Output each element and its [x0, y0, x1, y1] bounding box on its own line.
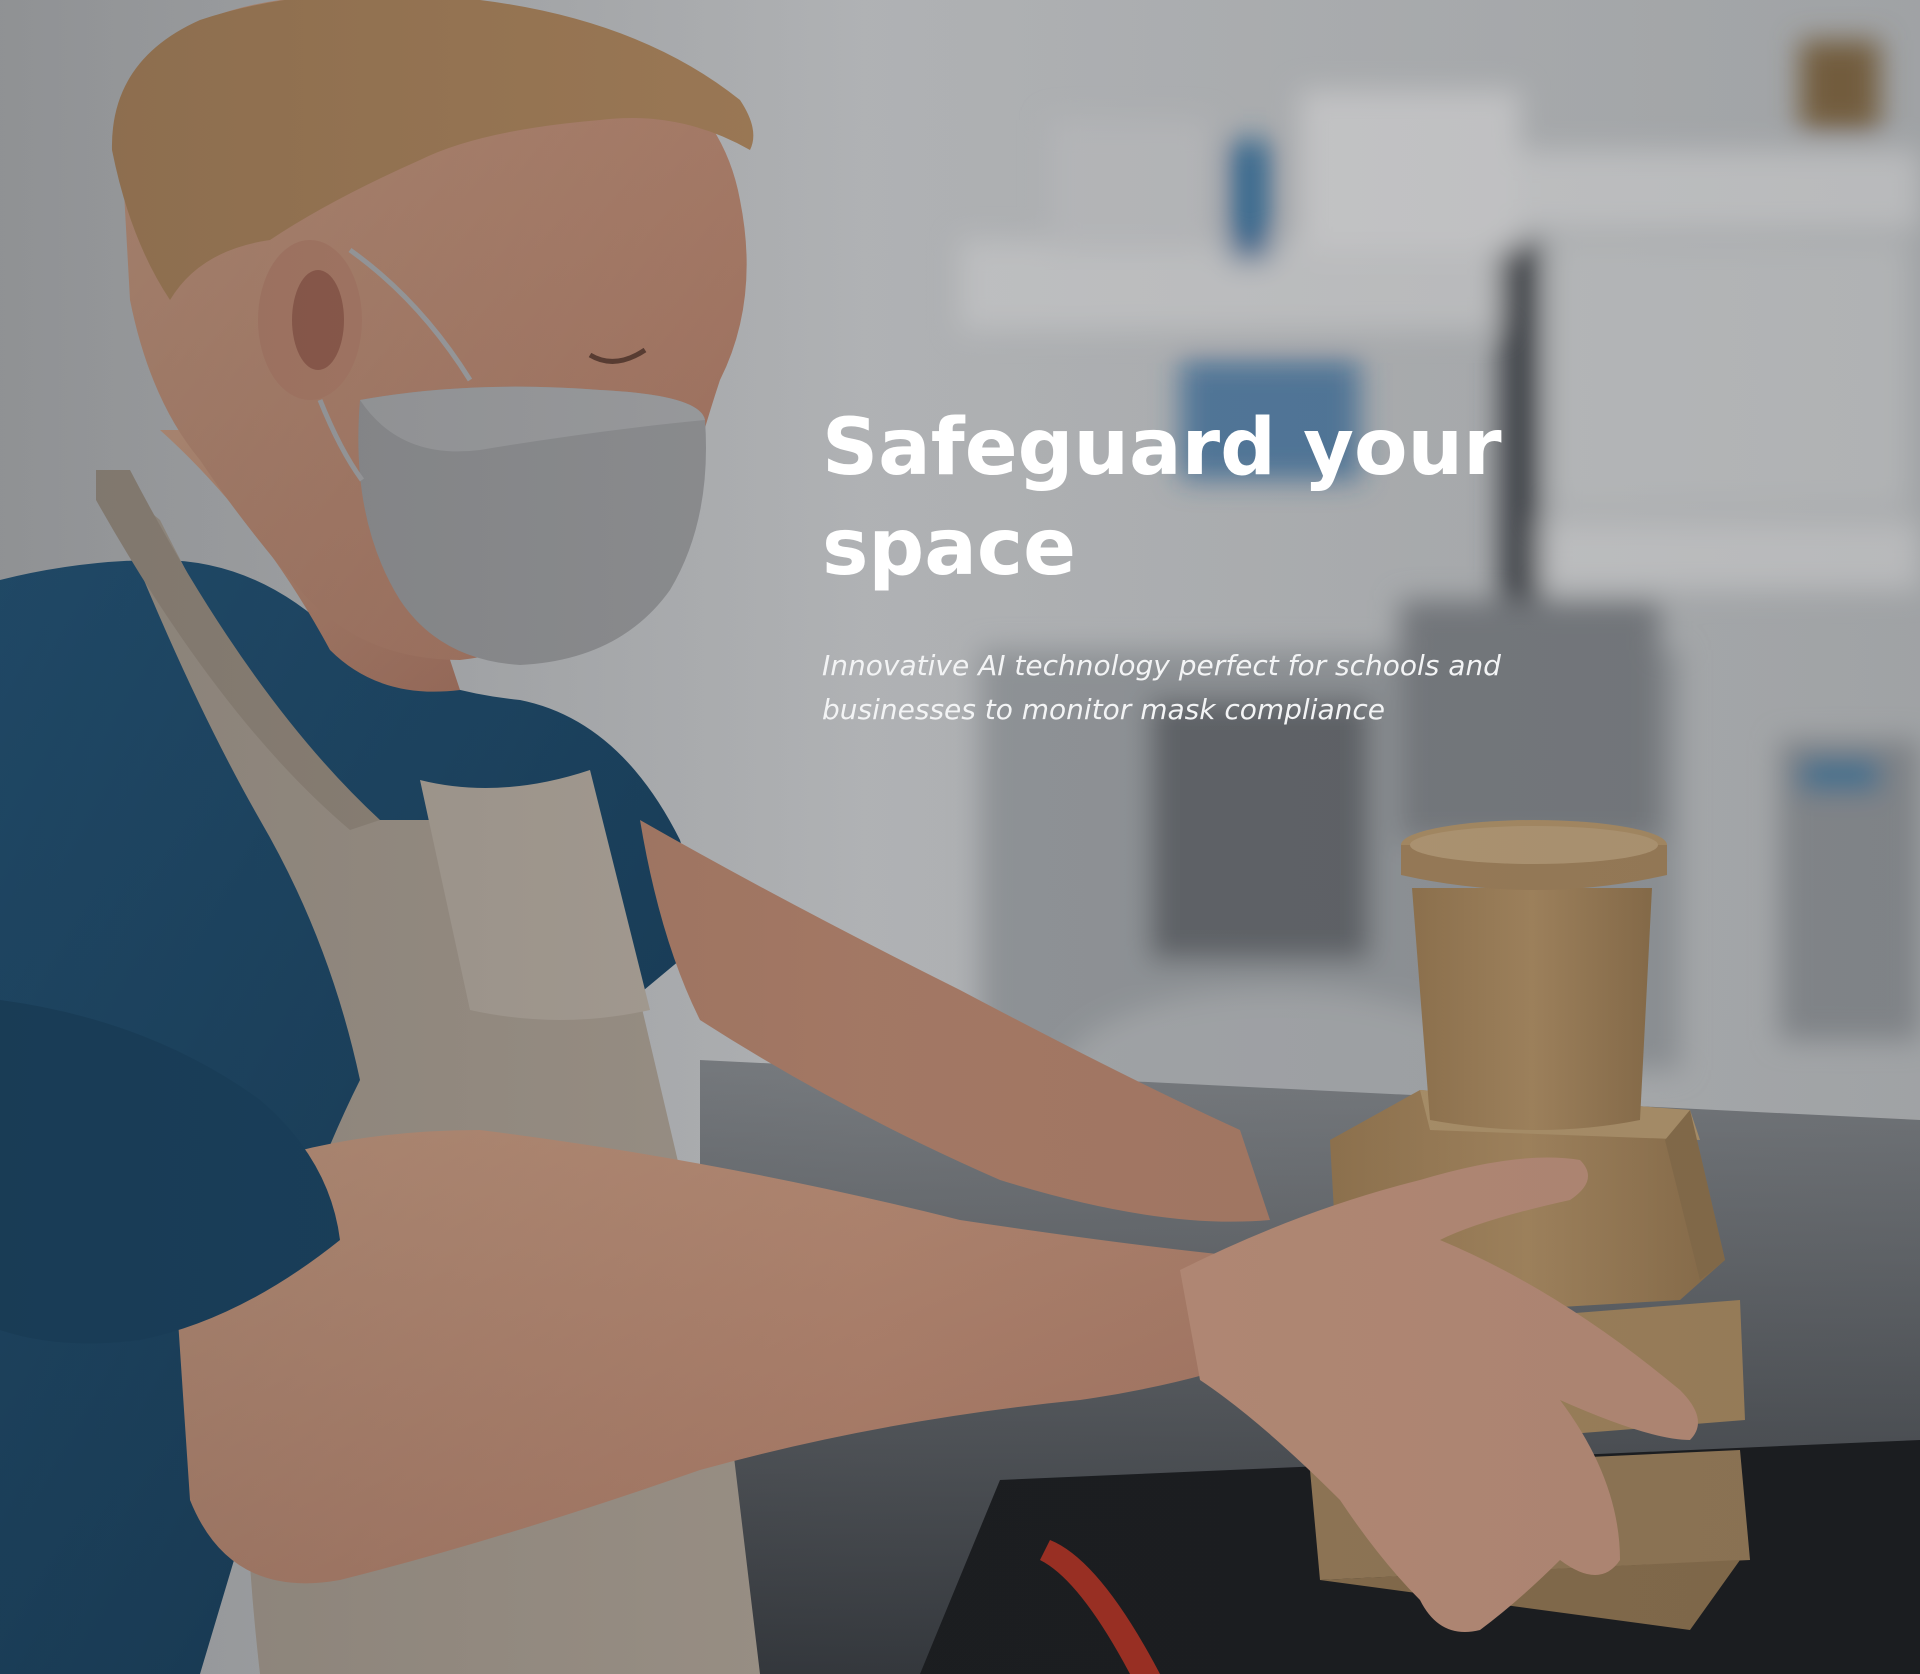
hero-title: Safeguard your space [822, 403, 1502, 593]
hero-text-block: Safeguard your space Innovative AI techn… [822, 398, 1722, 732]
hero-section: Safeguard your space Innovative AI techn… [0, 0, 1920, 1674]
hero-dark-overlay [0, 0, 1920, 1674]
hero-subtitle: Innovative AI technology perfect for sch… [822, 649, 1501, 726]
